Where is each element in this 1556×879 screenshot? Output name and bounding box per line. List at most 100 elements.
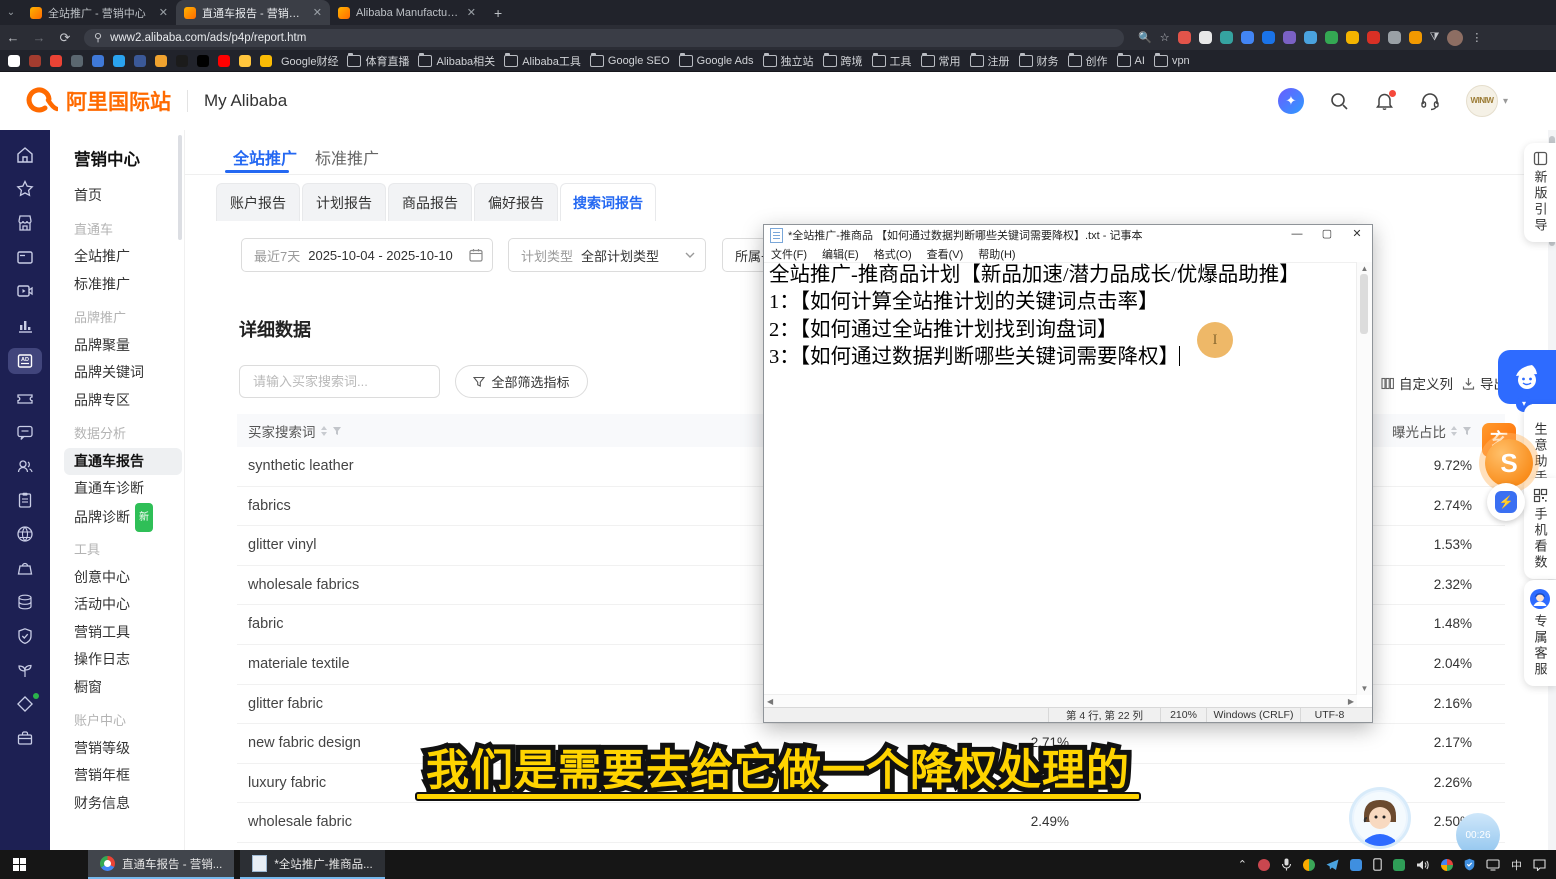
tray-expand-icon[interactable]: ⌃ xyxy=(1238,858,1247,871)
browser-menu-icon[interactable]: ⋮ xyxy=(1471,31,1482,44)
close-icon[interactable]: ✕ xyxy=(1342,225,1372,245)
microphone-icon[interactable] xyxy=(1281,858,1292,871)
notifications-bell-icon[interactable] xyxy=(1375,92,1394,111)
bookmark-folder[interactable]: Alibaba工具 xyxy=(504,53,581,69)
forward-icon[interactable]: → xyxy=(26,30,52,45)
sidebar-item-showcase[interactable]: 橱窗 xyxy=(74,674,184,702)
menu-help[interactable]: 帮助(H) xyxy=(978,246,1015,262)
notepad-window[interactable]: *全站推广-推商品 【如何通过数据判断哪些关键词需要降权】.txt - 记事本 … xyxy=(763,224,1373,723)
extension-icon[interactable] xyxy=(1325,31,1338,44)
bookmark-folder[interactable]: 注册 xyxy=(970,53,1010,69)
share-shortcut-button[interactable]: ⚡ xyxy=(1487,483,1525,521)
scrollbar-thumb[interactable] xyxy=(1360,274,1368,334)
bookmark-favicon[interactable] xyxy=(113,55,125,67)
filter-icon[interactable] xyxy=(1462,426,1472,436)
tab-plan-report[interactable]: 计划报告 xyxy=(302,183,386,221)
defender-pinwheel-icon[interactable] xyxy=(1441,859,1453,871)
bookmark-favicon[interactable] xyxy=(29,55,41,67)
date-range-picker[interactable]: 最近7天 2025-10-04 - 2025-10-10 xyxy=(241,238,493,272)
customer-service-avatar[interactable] xyxy=(1352,790,1408,846)
bookmark-favicon[interactable] xyxy=(218,55,230,67)
customize-columns-button[interactable]: 自定义列 xyxy=(1381,373,1453,393)
tab-close-icon[interactable]: ✕ xyxy=(467,6,476,19)
bookmark-folder[interactable]: 体育直播 xyxy=(347,53,409,69)
bookmark-favicon[interactable] xyxy=(155,55,167,67)
sidebar-item-brand-diagnosis[interactable]: 品牌诊断新 xyxy=(74,503,184,531)
bookmark-item[interactable]: Google财经 xyxy=(281,53,338,69)
headset-support-icon[interactable] xyxy=(1420,92,1440,111)
sidebar-item-home[interactable]: 首页 xyxy=(74,182,184,210)
bookmark-favicon[interactable] xyxy=(176,55,188,67)
plan-type-select[interactable]: 计划类型 全部计划类型 xyxy=(508,238,706,272)
chevron-down-icon[interactable]: ▾ xyxy=(1503,96,1508,107)
maximize-icon[interactable]: ▢ xyxy=(1312,225,1342,245)
site-settings-icon[interactable]: ⚲ xyxy=(94,31,102,44)
sidebar-item-creative-center[interactable]: 创意中心 xyxy=(74,564,184,592)
extension-icon[interactable] xyxy=(1304,31,1317,44)
tab-sitewide-promotion[interactable]: 全站推广 xyxy=(233,145,297,169)
tab-close-icon[interactable]: ✕ xyxy=(159,6,168,19)
network-display-icon[interactable] xyxy=(1486,859,1500,871)
rail-sourcing-icon[interactable] xyxy=(10,557,40,578)
rail-data-bank-icon[interactable] xyxy=(10,591,40,612)
bookmark-favicon[interactable] xyxy=(197,55,209,67)
speaker-icon[interactable] xyxy=(1416,859,1430,871)
skype-button[interactable]: S xyxy=(1485,439,1533,487)
minimize-icon[interactable]: — xyxy=(1282,225,1312,245)
browser-tab-3[interactable]: Alibaba Manufacturer Directo ✕ xyxy=(330,0,484,25)
tab-standard-promotion[interactable]: 标准推广 xyxy=(315,145,379,169)
tray-phone-icon[interactable] xyxy=(1350,859,1362,871)
tray-app-icon[interactable] xyxy=(1258,859,1270,871)
sidebar-item-marketing-level[interactable]: 营销等级 xyxy=(74,735,184,763)
rail-toolbox-icon[interactable] xyxy=(10,727,40,748)
rail-wallet-icon[interactable] xyxy=(10,246,40,267)
sidebar-item-finance-info[interactable]: 财务信息 xyxy=(74,790,184,818)
rail-message-icon[interactable] xyxy=(10,421,40,442)
tray-card-icon[interactable] xyxy=(1393,859,1405,871)
rail-global-icon[interactable] xyxy=(10,523,40,544)
tab-close-icon[interactable]: ✕ xyxy=(313,6,322,19)
rail-favorites-icon[interactable] xyxy=(10,178,40,199)
sidebar-item-standard[interactable]: 标准推广 xyxy=(74,271,184,299)
all-filter-metrics-button[interactable]: 全部筛选指标 xyxy=(455,365,588,398)
bookmark-folder[interactable]: 创作 xyxy=(1068,53,1108,69)
keyword-search-input[interactable] xyxy=(251,373,431,390)
notepad-vertical-scrollbar[interactable]: ▲ ▼ xyxy=(1356,262,1372,695)
bookmark-favicon[interactable] xyxy=(8,55,20,67)
bookmark-folder[interactable]: Alibaba相关 xyxy=(418,53,495,69)
bookmark-folder[interactable]: 常用 xyxy=(921,53,961,69)
start-button[interactable] xyxy=(0,850,40,879)
sidebar-item-operation-log[interactable]: 操作日志 xyxy=(74,646,184,674)
rail-security-icon[interactable] xyxy=(10,625,40,646)
bookmark-folder[interactable]: 财务 xyxy=(1019,53,1059,69)
menu-format[interactable]: 格式(O) xyxy=(874,246,912,262)
extension-icon[interactable] xyxy=(1199,31,1212,44)
tab-product-report[interactable]: 商品报告 xyxy=(388,183,472,221)
sidebar-scrollbar[interactable] xyxy=(178,135,182,240)
bookmark-favicon[interactable] xyxy=(50,55,62,67)
url-field[interactable]: ⚲ www2.alibaba.com/ads/p4p/report.htm xyxy=(84,29,1124,47)
extension-icon[interactable] xyxy=(1283,31,1296,44)
exclusive-service-pill[interactable]: 专属客服 xyxy=(1524,580,1556,686)
filter-icon[interactable] xyxy=(332,426,342,436)
tab-search-term-report-active[interactable]: 搜索词报告 xyxy=(560,183,656,221)
zoom-page-icon[interactable]: 🔍 xyxy=(1138,31,1152,44)
tab-account-report[interactable]: 账户报告 xyxy=(216,183,300,221)
rail-ticket-icon[interactable] xyxy=(10,387,40,408)
bookmark-folder[interactable]: 工具 xyxy=(872,53,912,69)
menu-edit[interactable]: 编辑(E) xyxy=(822,246,859,262)
rail-video-icon[interactable] xyxy=(10,280,40,301)
bookmark-favicon[interactable] xyxy=(260,55,272,67)
rail-ads-report-icon-selected[interactable]: AD xyxy=(8,348,42,374)
extension-icon[interactable] xyxy=(1178,31,1191,44)
user-avatar[interactable]: WINIW xyxy=(1466,85,1498,117)
notepad-text-area[interactable]: 全站推广-推商品计划【新品加速/潜力品成长/优爆品助推】 1：【如何计算全站推计… xyxy=(764,262,1357,695)
new-tab-button[interactable]: + xyxy=(494,5,502,21)
bookmark-favicon[interactable] xyxy=(134,55,146,67)
bookmark-folder[interactable]: 独立站 xyxy=(763,53,814,69)
sidebar-item-p4p-diagnosis[interactable]: 直通车诊断 xyxy=(74,475,184,503)
bookmark-favicon[interactable] xyxy=(239,55,251,67)
notepad-horizontal-scrollbar[interactable]: ◀ ▶ xyxy=(764,694,1357,708)
taskbar-app-chrome[interactable]: 直通车报告 - 营销... xyxy=(88,850,234,879)
bookmark-folder[interactable]: Google Ads xyxy=(679,55,754,67)
